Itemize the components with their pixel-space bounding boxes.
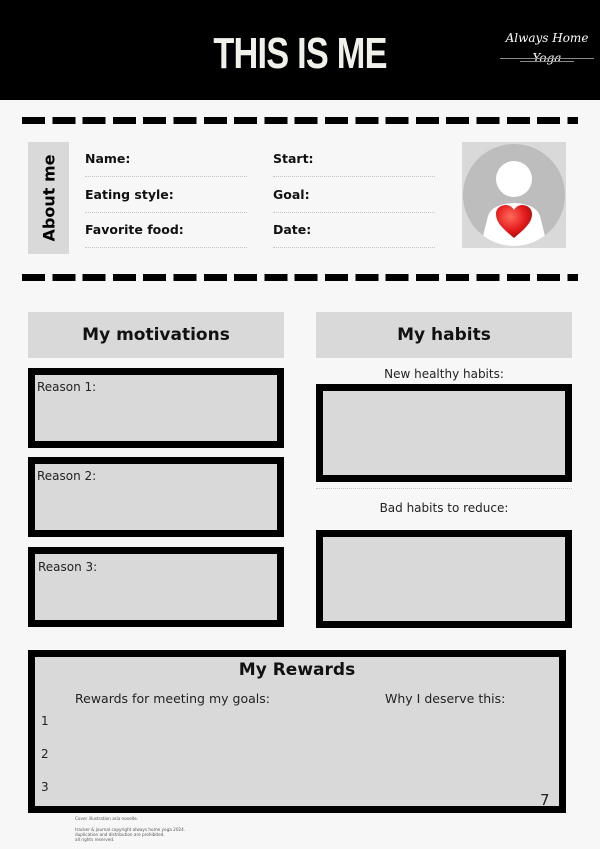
rewards-goals-label: Rewards for meeting my goals: (75, 691, 270, 706)
reason-2-label: Reason 2: (37, 469, 97, 483)
about-me-label: About me (28, 142, 69, 254)
logo-tagline-line (520, 61, 574, 62)
rewards-why-label: Why I deserve this: (385, 691, 506, 706)
header-banner: THIS IS ME Always Home Yoga (0, 0, 600, 100)
name-input-line[interactable] (85, 176, 247, 177)
footer-credit: Cover illustration aria novelle. (75, 816, 139, 821)
habits-header: My habits (316, 312, 572, 358)
reason-3-box[interactable]: Reason 3: (28, 547, 284, 627)
reward-number-3: 3 (41, 780, 49, 794)
page-title: THIS IS ME (213, 29, 387, 78)
field-start-label: Start: (273, 151, 314, 166)
eating-style-input-line[interactable] (85, 212, 247, 213)
field-date-label: Date: (273, 222, 312, 237)
field-goal-label: Goal: (273, 187, 310, 202)
reason-2-box[interactable]: Reason 2: (28, 457, 284, 537)
favorite-food-input-line[interactable] (85, 247, 247, 248)
bad-habits-label: Bad habits to reduce: (379, 501, 509, 515)
habits-divider (316, 488, 572, 489)
reward-number-1: 1 (41, 714, 49, 728)
field-name-label: Name: (85, 151, 131, 166)
field-eating-style-label: Eating style: (85, 187, 174, 202)
footer-copyright-line-3: all rights reserved. (75, 837, 115, 842)
motivations-header: My motivations (28, 312, 284, 358)
start-input-line[interactable] (273, 176, 435, 177)
logo-script-text: Always Home Yoga (505, 31, 589, 65)
brand-logo: Always Home Yoga (496, 28, 598, 66)
new-habits-box[interactable] (316, 384, 572, 482)
logo-tagline-line (500, 58, 594, 59)
avatar-photo-placeholder[interactable] (462, 142, 566, 248)
avatar-head (496, 161, 532, 197)
dashed-divider-bottom (22, 274, 578, 281)
reason-1-label: Reason 1: (37, 380, 97, 394)
person-with-heart-icon (463, 144, 565, 246)
new-habits-label: New healthy habits: (384, 367, 504, 381)
rewards-title: My Rewards (238, 660, 356, 680)
reason-1-box[interactable]: Reason 1: (28, 368, 284, 448)
bad-habits-box[interactable] (316, 530, 572, 628)
about-me-text: About me (39, 154, 58, 242)
field-favorite-food-label: Favorite food: (85, 222, 184, 237)
reward-number-2: 2 (41, 747, 49, 761)
date-input-line[interactable] (273, 247, 435, 248)
rewards-box[interactable]: My Rewards Rewards for meeting my goals:… (28, 650, 566, 813)
reason-3-label: Reason 3: (38, 560, 98, 574)
goal-input-line[interactable] (273, 212, 435, 213)
dashed-divider-top (22, 117, 578, 124)
page-number: 7 (540, 791, 550, 809)
